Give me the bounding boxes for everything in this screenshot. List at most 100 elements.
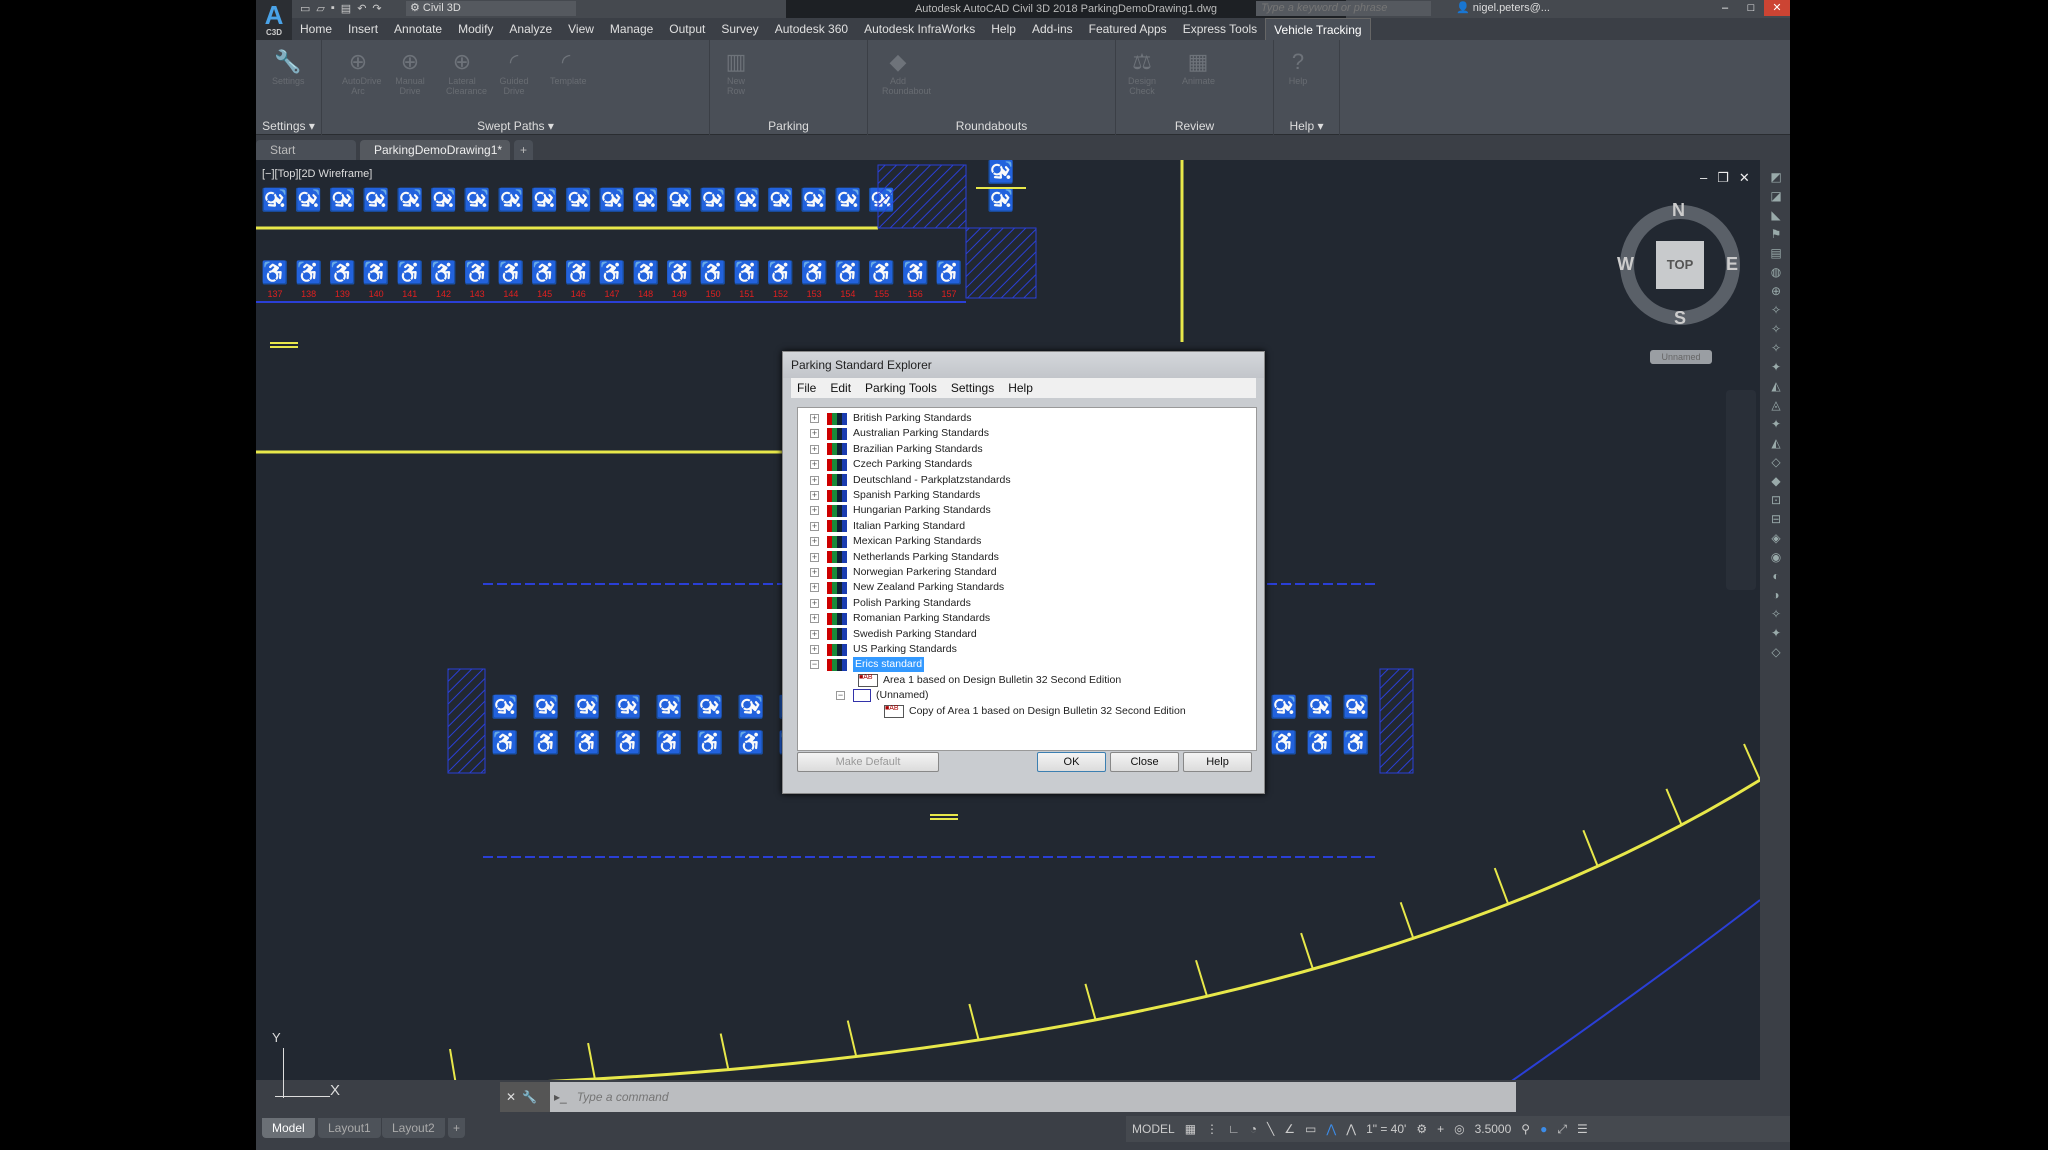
osnap-icon[interactable]: ╲ [1267, 1122, 1274, 1136]
compass-east[interactable]: E [1726, 254, 1738, 275]
tool-icon[interactable]: ✦ [1771, 360, 1781, 374]
compass-south[interactable]: S [1674, 308, 1686, 329]
expand-icon[interactable]: + [810, 444, 819, 454]
lateral-clearance-button[interactable]: ⊕ Lateral Clearance [446, 48, 487, 110]
minimize-button[interactable]: – [1712, 0, 1738, 16]
ribbon-tab-manage[interactable]: Manage [602, 18, 661, 40]
plus-icon[interactable]: + [1437, 1122, 1444, 1136]
tree-item[interactable]: + Australian Parking Standards [810, 426, 989, 441]
app-menu-button[interactable]: A C3D [256, 0, 292, 40]
tool-icon[interactable]: ◑ [1772, 588, 1779, 602]
polar-icon[interactable]: ◔ [1250, 1122, 1257, 1136]
close-button[interactable]: ✕ [1764, 0, 1790, 16]
maximize-button[interactable]: □ [1738, 0, 1764, 16]
tree-item[interactable]: + Romanian Parking Standards [810, 611, 990, 626]
collapse-icon[interactable]: − [810, 660, 819, 670]
tool-icon[interactable]: ▤ [1770, 246, 1781, 260]
user-account[interactable]: 👤 nigel.peters@... [1456, 1, 1550, 14]
ribbon-tab-analyze[interactable]: Analyze [501, 18, 560, 40]
snap-icon[interactable]: ⋮ [1206, 1122, 1218, 1136]
tool-icon[interactable]: ✦ [1771, 417, 1781, 431]
menu-file[interactable]: File [797, 378, 816, 398]
tool-icon[interactable]: ◣ [1771, 208, 1780, 222]
make-default-button[interactable]: Make Default [797, 752, 939, 772]
ribbon-tab-annotate[interactable]: Annotate [386, 18, 450, 40]
command-input[interactable] [576, 1090, 1277, 1104]
customize-icon[interactable]: 🔧 [522, 1090, 537, 1104]
expand-icon[interactable]: + [810, 491, 819, 500]
object-snap-icon[interactable]: ▭ [1305, 1122, 1316, 1136]
tree-item[interactable]: + Czech Parking Standards [810, 457, 972, 472]
expand-icon[interactable]: + [810, 460, 819, 470]
print-icon[interactable]: ▤ [341, 2, 351, 15]
tab-layout2[interactable]: Layout2 [382, 1118, 445, 1138]
redo-icon[interactable]: ↷ [372, 2, 381, 15]
expand-icon[interactable]: + [810, 521, 819, 531]
new-tab-button[interactable]: + [514, 140, 534, 160]
tool-icon[interactable]: ◆ [1771, 474, 1780, 488]
viewcube-top-face[interactable]: TOP [1656, 241, 1704, 289]
add-layout-button[interactable]: + [448, 1118, 466, 1138]
expand-icon[interactable]: + [810, 506, 819, 516]
ortho-icon[interactable]: ∟ [1228, 1122, 1240, 1136]
navigation-bar[interactable] [1726, 390, 1756, 590]
add-roundabout-button[interactable]: ◆ Add Roundabout [882, 48, 931, 110]
tool-icon[interactable]: ◈ [1771, 531, 1780, 545]
ribbon-tab-help[interactable]: Help [983, 18, 1024, 40]
expand-icon[interactable]: + [810, 645, 819, 654]
undo-icon[interactable]: ↶ [357, 2, 366, 15]
tool-icon[interactable]: ◇ [1771, 645, 1780, 659]
tool-icon[interactable]: ✧ [1771, 607, 1781, 621]
save-icon[interactable]: ▪ [331, 2, 335, 15]
lineweight-value[interactable]: 3.5000 [1475, 1122, 1512, 1136]
hardware-accel-icon[interactable]: ● [1540, 1122, 1547, 1136]
autodrive-button[interactable]: ⊕ AutoDrive Arc [342, 48, 382, 110]
ribbon-tab-express-tools[interactable]: Express Tools [1175, 18, 1265, 40]
expand-icon[interactable]: + [810, 475, 819, 485]
tree-item[interactable]: − Erics standard [810, 657, 925, 673]
manual-drive-button[interactable]: ⊕ Manual Drive [394, 48, 426, 110]
settings-button[interactable]: 🔧 Settings [272, 48, 305, 110]
tool-icon[interactable]: ◐ [1772, 569, 1779, 583]
menu-parking-tools[interactable]: Parking Tools [865, 378, 937, 398]
tab-parking-demo-drawing[interactable]: ParkingDemoDrawing1* ✕ [360, 140, 510, 177]
panel-label[interactable]: Help ▾ [1274, 119, 1339, 133]
menu-edit[interactable]: Edit [830, 378, 851, 398]
tree-item[interactable]: + Spanish Parking Standards [810, 488, 980, 503]
animate-button[interactable]: ▦ Animate [1182, 48, 1215, 110]
tree-item[interactable]: + Swedish Parking Standard [810, 627, 977, 642]
expand-icon[interactable]: + [810, 614, 819, 624]
tool-icon[interactable]: ⊡ [1771, 493, 1781, 507]
help-search-input[interactable] [1256, 1, 1431, 16]
new-row-button[interactable]: ▥ New Row [720, 48, 752, 110]
compass-north[interactable]: N [1672, 200, 1685, 221]
globe-icon[interactable]: ◍ [1771, 265, 1781, 279]
collapse-icon[interactable]: − [836, 691, 845, 701]
tree-item[interactable]: + US Parking Standards [810, 642, 957, 657]
tool-icon[interactable]: ◉ [1771, 550, 1781, 564]
ribbon-tab-add-ins[interactable]: Add-ins [1024, 18, 1081, 40]
workspace-gear-icon[interactable]: ⚙ [1416, 1122, 1427, 1136]
ribbon-tab-autodesk-infraworks[interactable]: Autodesk InfraWorks [856, 18, 983, 40]
tool-icon[interactable]: ✧ [1771, 303, 1781, 317]
tree-item[interactable]: + Netherlands Parking Standards [810, 550, 999, 565]
tree-item[interactable]: + Polish Parking Standards [810, 596, 971, 611]
tree-item[interactable]: ■AB Copy of Area 1 based on Design Bullet… [884, 704, 1186, 719]
customize-menu-icon[interactable]: ☰ [1577, 1122, 1588, 1136]
standards-tree[interactable]: + British Parking Standards + Australian Pa… [797, 407, 1257, 751]
tab-layout1[interactable]: Layout1 [318, 1118, 381, 1138]
close-command-icon[interactable]: ✕ [506, 1090, 516, 1104]
design-check-button[interactable]: ⚖ Design Check [1126, 48, 1158, 110]
ribbon-tab-modify[interactable]: Modify [450, 18, 501, 40]
tree-item[interactable]: − (Unnamed) [836, 688, 929, 703]
globe-icon[interactable]: ⊕ [1771, 284, 1781, 298]
model-space-toggle[interactable]: MODEL [1132, 1122, 1175, 1136]
ucs-dropdown[interactable]: Unnamed [1650, 350, 1712, 364]
menu-help[interactable]: Help [1008, 378, 1033, 398]
panel-label[interactable]: Swept Paths ▾ [322, 119, 709, 133]
lineweight-icon[interactable]: ◎ [1454, 1122, 1464, 1136]
new-icon[interactable]: ▭ [300, 2, 310, 15]
tree-item[interactable]: + Brazilian Parking Standards [810, 442, 983, 457]
dialog-title[interactable]: Parking Standard Explorer [783, 352, 1264, 378]
clean-screen-icon[interactable]: ⤢ [1557, 1122, 1567, 1137]
